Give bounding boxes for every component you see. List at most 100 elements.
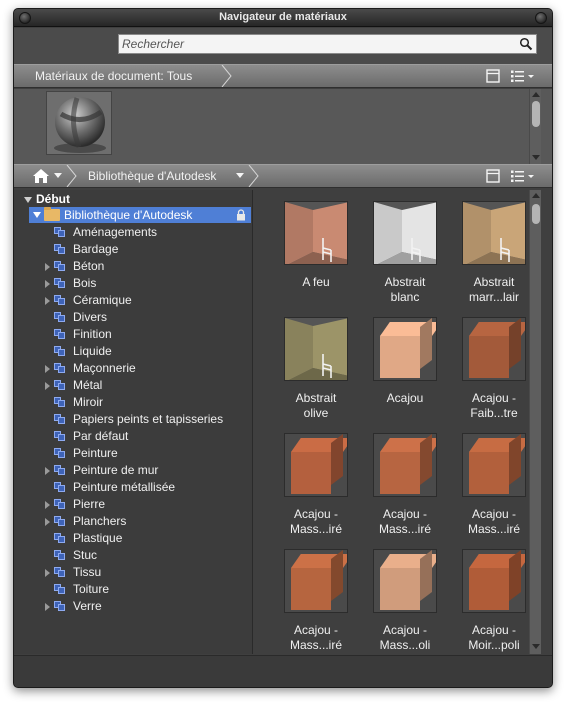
scroll-down-arrow-icon[interactable] (532, 155, 540, 160)
category-icon (54, 448, 66, 459)
expand-arrow-icon[interactable] (45, 518, 50, 526)
cube-side (420, 434, 432, 485)
tree-item-autodesk-library[interactable]: Bibliothèque d'Autodesk (29, 207, 251, 223)
material-tile[interactable]: Acajou - Mass...iré (454, 431, 534, 543)
home-dropdown-icon[interactable] (54, 173, 62, 179)
tree-item-label: Liquide (73, 344, 112, 358)
material-preview (373, 317, 437, 381)
material-name-line1: Acajou - (382, 507, 428, 521)
wall-preview-icon (463, 202, 525, 264)
material-name: Acajou - Mass...iré (361, 507, 449, 537)
scroll-thumb[interactable] (532, 204, 540, 224)
list-options-icon[interactable] (510, 69, 536, 83)
material-name-line2: blanc (390, 290, 420, 304)
material-tile[interactable]: Acajou - Mass...iré (365, 431, 445, 543)
material-tile[interactable]: Acajou - Faib...tre (454, 315, 534, 427)
search-box[interactable] (118, 34, 537, 54)
category-icon (54, 516, 66, 527)
folder-icon (44, 207, 60, 221)
expand-arrow-icon[interactable] (45, 603, 50, 611)
material-tile[interactable]: Acajou - Mass...oli (365, 547, 445, 659)
expand-arrow-icon[interactable] (45, 297, 50, 305)
material-browser-window: Navigateur de matériaux Matériaux de doc… (13, 8, 553, 688)
tree-item-label: Maçonnerie (73, 361, 136, 375)
category-icon (54, 482, 66, 493)
tree-item-label: Planchers (73, 514, 127, 528)
scroll-thumb[interactable] (532, 101, 540, 127)
scroll-up-arrow-icon[interactable] (532, 92, 540, 97)
material-name-line2: marr...lair (468, 290, 519, 304)
category-icon (54, 329, 66, 340)
category-icon (54, 397, 66, 408)
scroll-up-arrow-icon[interactable] (532, 193, 540, 198)
category-icon (54, 312, 66, 323)
tree-item-label: Peinture métallisée (73, 480, 176, 494)
tree-root[interactable]: Début (24, 192, 70, 206)
material-tile[interactable]: Abstrait olive (276, 315, 356, 427)
material-name-line2: Mass...iré (289, 638, 342, 652)
expand-arrow-icon[interactable] (45, 467, 50, 475)
material-grid: A feu Abstrait blanc Abstrait marr...lair Abs… (254, 190, 529, 654)
search-input[interactable] (122, 36, 512, 52)
expand-arrow-icon[interactable] (45, 365, 50, 373)
document-materials-filter[interactable]: Matériaux de document: Tous (35, 65, 192, 87)
breadcrumb-chevron-icon (66, 165, 77, 187)
material-name-line2: Mass...oli (379, 638, 431, 652)
category-icon (54, 261, 66, 272)
document-material-thumbnail[interactable] (46, 91, 112, 155)
collapse-arrow-icon[interactable] (33, 212, 41, 218)
library-tree: Début Bibliothèque d'Autodesk Aménagemen… (14, 190, 253, 654)
material-preview (284, 317, 348, 381)
material-preview (373, 549, 437, 613)
scroll-down-arrow-icon[interactable] (532, 644, 540, 649)
material-tile[interactable]: Acajou - Moir...poli (454, 547, 534, 659)
collapse-arrow-icon[interactable] (24, 197, 32, 203)
material-name-line1: Abstrait (473, 275, 515, 289)
expand-arrow-icon[interactable] (45, 382, 50, 390)
expand-arrow-icon[interactable] (45, 263, 50, 271)
cube-side (420, 550, 432, 601)
material-grid-scrollbar[interactable] (529, 190, 541, 654)
wall-preview-icon (285, 202, 347, 264)
expand-arrow-icon[interactable] (45, 280, 50, 288)
view-toggle-icon[interactable] (486, 69, 500, 83)
expand-arrow-icon[interactable] (45, 501, 50, 509)
category-icon (54, 414, 66, 425)
expand-arrow-icon[interactable] (45, 569, 50, 577)
material-name-line1: Abstrait (295, 391, 337, 405)
material-name: Acajou - Mass...oli (361, 623, 449, 653)
material-name: Acajou - Faib...tre (450, 391, 538, 421)
list-options-icon[interactable] (510, 169, 536, 183)
view-toggle-icon[interactable] (486, 169, 500, 183)
search-icon[interactable] (519, 37, 533, 51)
category-icon (54, 380, 66, 391)
material-tile[interactable]: Acajou - Mass...iré (276, 547, 356, 659)
wall-preview-icon (285, 318, 347, 380)
tree-item-label: Stuc (73, 548, 98, 562)
material-preview (462, 317, 526, 381)
material-tile[interactable]: Acajou - Mass...iré (276, 431, 356, 543)
material-tile[interactable]: Abstrait blanc (365, 199, 445, 311)
cube-front (469, 336, 509, 378)
material-tile[interactable]: Abstrait marr...lair (454, 199, 534, 311)
cube-front (380, 336, 420, 378)
material-name-line1: A feu (302, 275, 330, 289)
breadcrumb-library[interactable]: Bibliothèque d'Autodesk (88, 165, 216, 187)
material-name-line1: Acajou - (471, 623, 517, 637)
material-tile[interactable]: Acajou (365, 315, 445, 427)
material-tile[interactable]: A feu (276, 199, 356, 311)
tree-item-label: Métal (73, 378, 103, 392)
material-preview (462, 549, 526, 613)
home-icon[interactable] (32, 168, 50, 184)
tree-item-label: Peinture (73, 446, 118, 460)
material-name-line1: Acajou (386, 391, 424, 405)
library-bar: Bibliothèque d'Autodesk (14, 164, 552, 188)
library-dropdown-icon[interactable] (236, 173, 244, 179)
tree-item-label: Papiers peints et tapisseries (73, 412, 224, 426)
cube-side (509, 434, 521, 485)
document-materials-scrollbar[interactable] (529, 89, 541, 164)
material-name: Acajou - Mass...iré (272, 623, 360, 653)
title-bar[interactable]: Navigateur de matériaux (14, 9, 552, 27)
category-icon (54, 227, 66, 238)
category-icon (54, 363, 66, 374)
